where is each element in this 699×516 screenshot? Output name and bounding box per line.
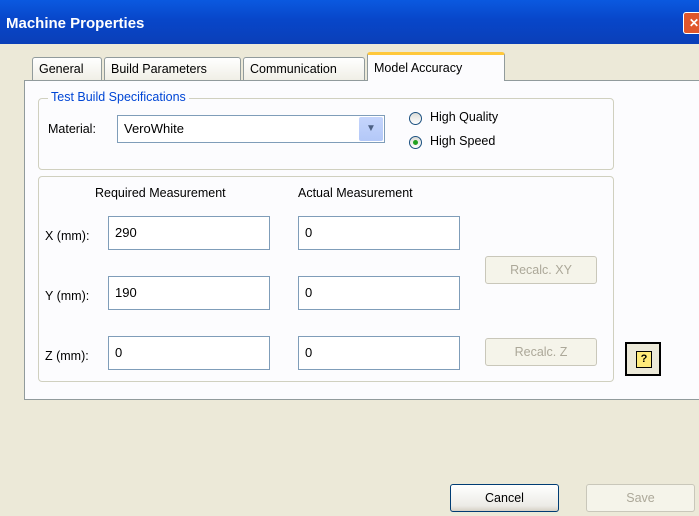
group-legend: Test Build Specifications bbox=[48, 90, 189, 104]
z-required-input[interactable]: 0 bbox=[108, 336, 270, 370]
save-button[interactable]: Save bbox=[586, 484, 695, 512]
recalc-xy-button[interactable]: Recalc. XY bbox=[485, 256, 597, 284]
cancel-button[interactable]: Cancel bbox=[450, 484, 559, 512]
window-title: Machine Properties bbox=[6, 15, 145, 32]
x-label: X (mm): bbox=[45, 229, 90, 243]
radio-high-quality[interactable] bbox=[409, 112, 422, 125]
material-select[interactable]: VeroWhite ▼ bbox=[117, 115, 385, 143]
actual-measurement-header: Actual Measurement bbox=[298, 186, 413, 200]
material-value: VeroWhite bbox=[124, 121, 184, 136]
help-icon: ? bbox=[636, 351, 652, 368]
radio-high-speed[interactable] bbox=[409, 136, 422, 149]
x-required-input[interactable]: 290 bbox=[108, 216, 270, 250]
radio-selected-dot bbox=[413, 140, 418, 145]
tab-general[interactable]: General bbox=[32, 57, 102, 80]
z-actual-input[interactable]: 0 bbox=[298, 336, 460, 370]
y-required-input[interactable]: 190 bbox=[108, 276, 270, 310]
x-actual-input[interactable]: 0 bbox=[298, 216, 460, 250]
radio-high-speed-label[interactable]: High Speed bbox=[430, 134, 495, 148]
tab-communication[interactable]: Communication bbox=[243, 57, 365, 80]
help-button[interactable]: ? bbox=[625, 342, 661, 376]
radio-high-quality-label[interactable]: High Quality bbox=[430, 110, 498, 124]
close-icon[interactable]: ✕ bbox=[683, 12, 699, 34]
y-actual-input[interactable]: 0 bbox=[298, 276, 460, 310]
chevron-down-icon[interactable]: ▼ bbox=[359, 117, 383, 141]
title-bar[interactable]: Machine Properties ✕ bbox=[0, 0, 699, 44]
z-label: Z (mm): bbox=[45, 349, 89, 363]
y-label: Y (mm): bbox=[45, 289, 90, 303]
tab-build-parameters[interactable]: Build Parameters bbox=[104, 57, 241, 80]
required-measurement-header: Required Measurement bbox=[95, 186, 226, 200]
recalc-z-button[interactable]: Recalc. Z bbox=[485, 338, 597, 366]
tab-model-accuracy[interactable]: Model Accuracy bbox=[367, 52, 505, 81]
material-label: Material: bbox=[48, 122, 96, 136]
